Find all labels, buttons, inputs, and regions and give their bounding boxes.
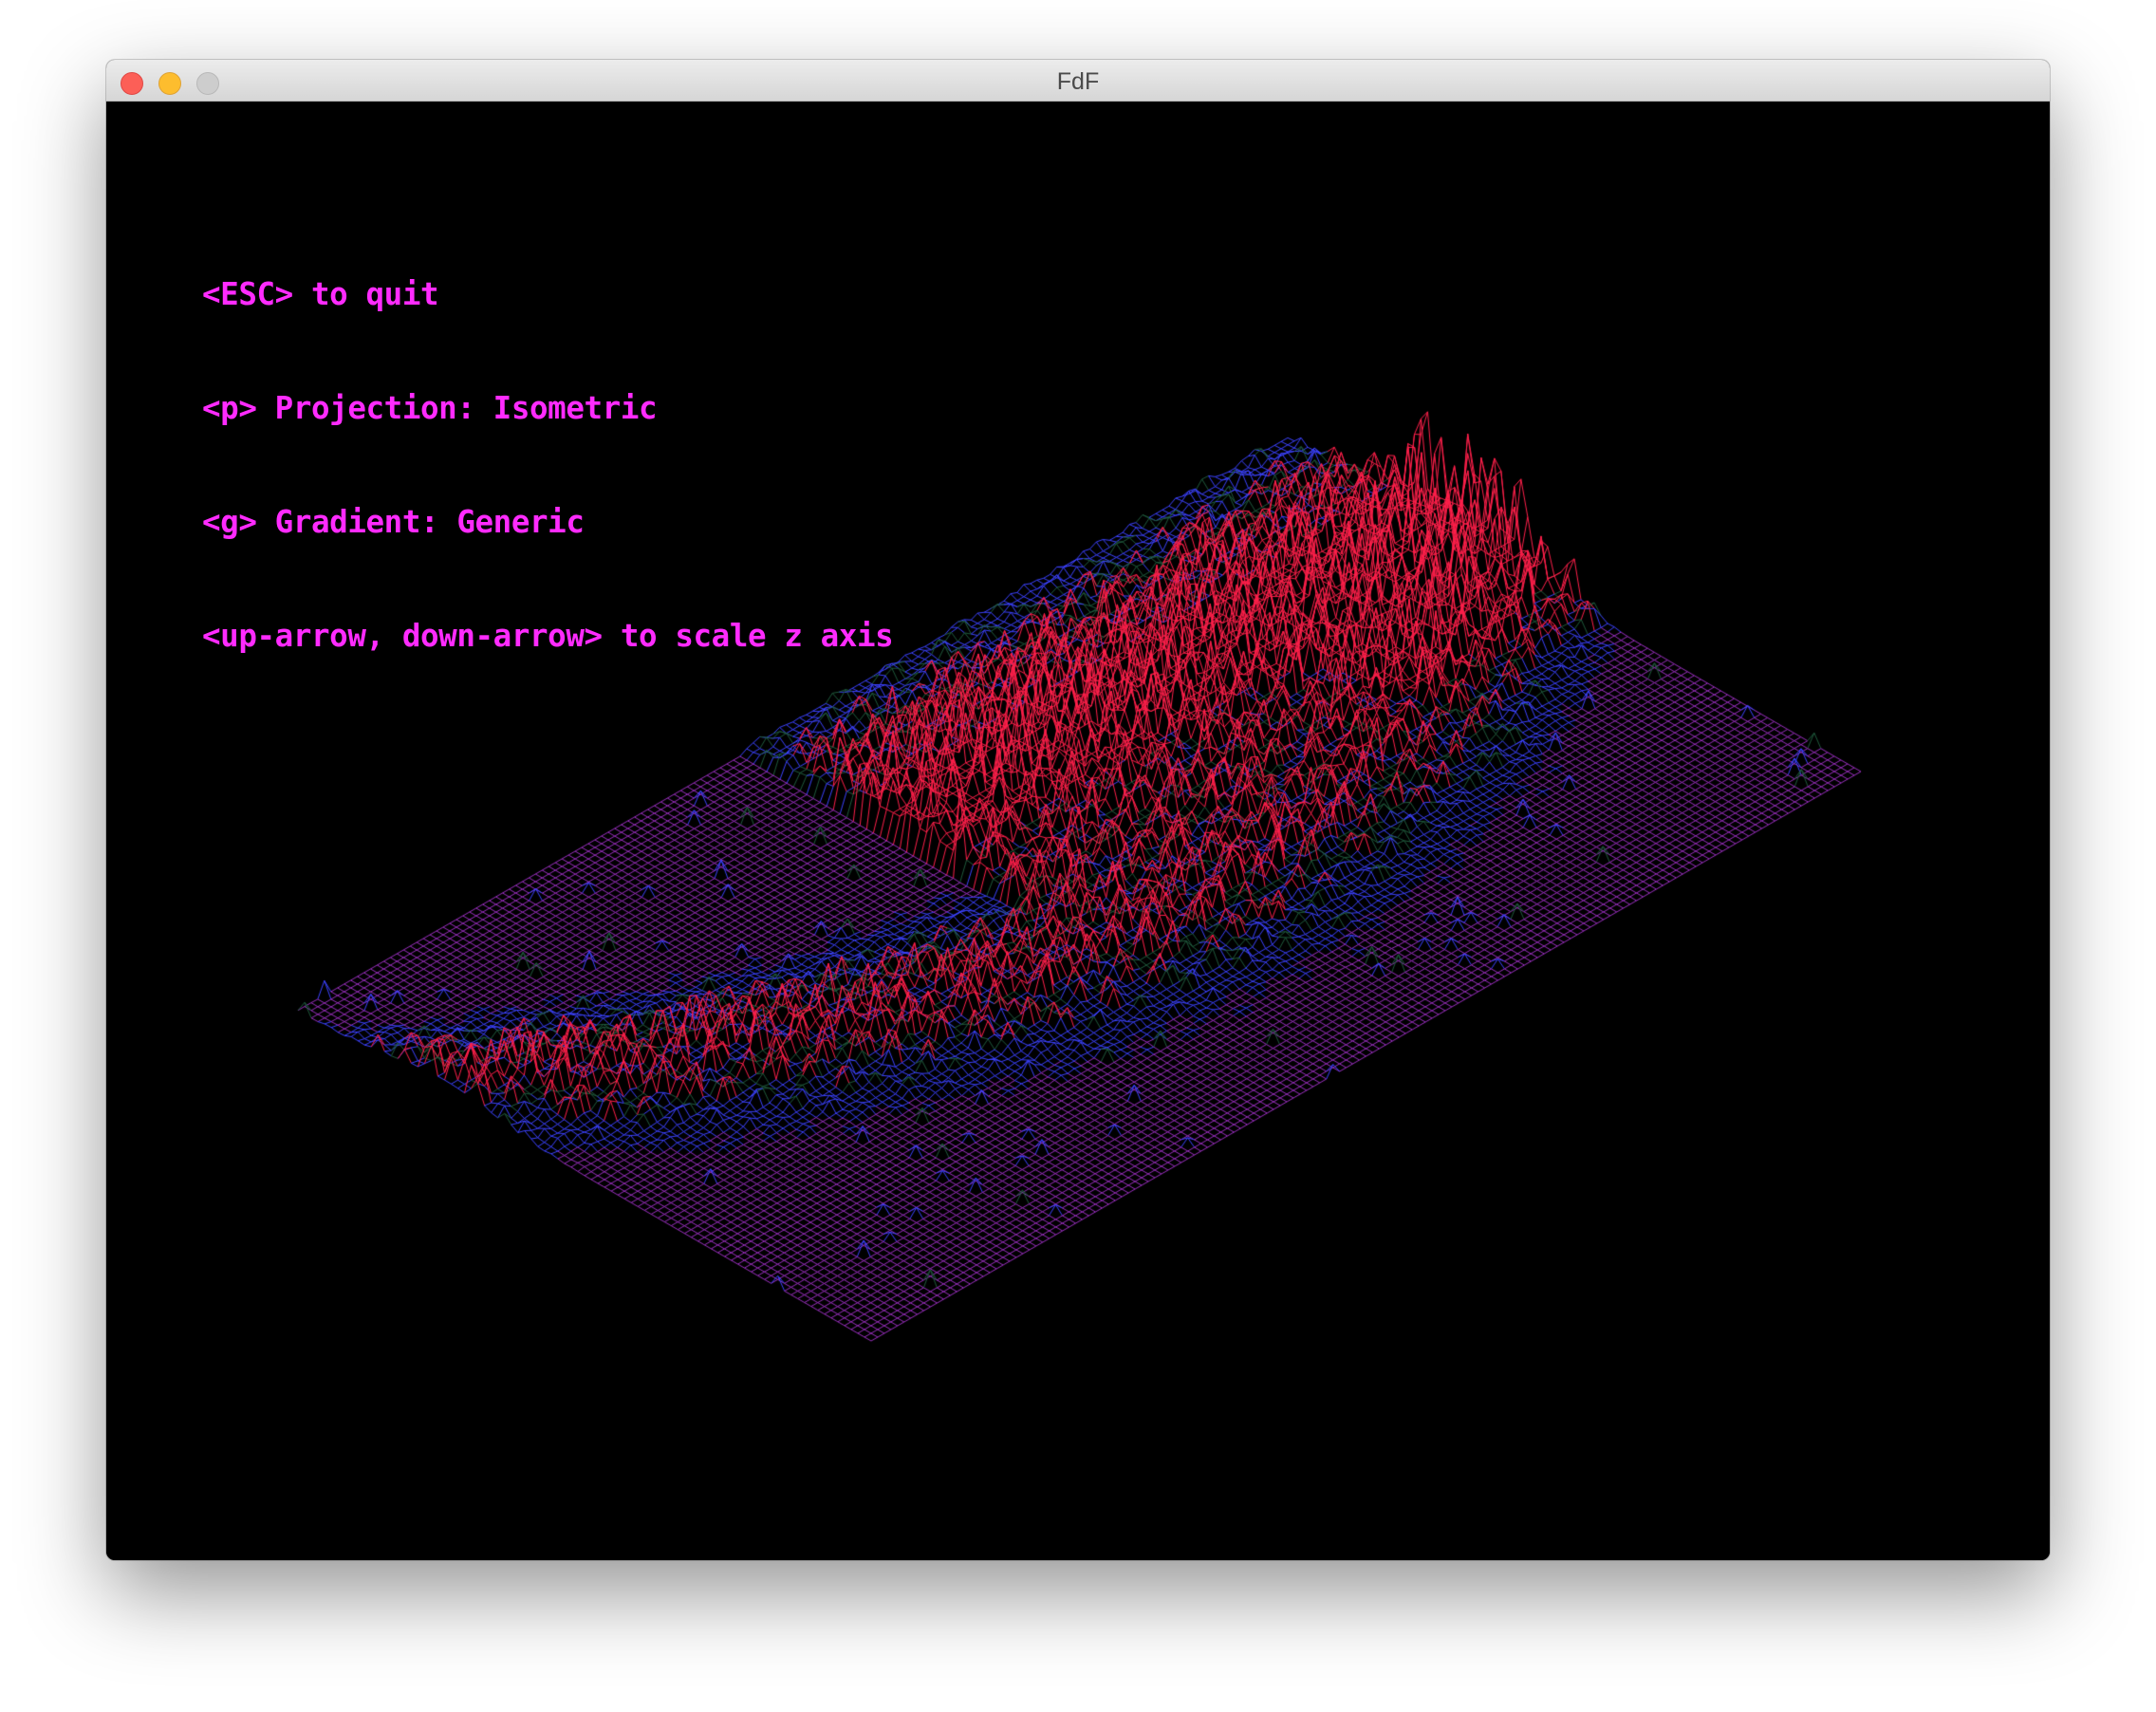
help-projection-line: <p> Projection: Isometric <box>202 390 658 426</box>
window-title: FdF <box>1056 68 1100 95</box>
render-canvas-area[interactable]: <ESC> to quit <p> Projection: Isometric … <box>106 102 2050 1560</box>
key-help-overlay: <ESC> to quit <p> Projection: Isometric … <box>202 199 894 731</box>
help-scale-line: <up-arrow, down-arrow> to scale z axis <box>202 618 894 654</box>
help-quit-line: <ESC> to quit <box>202 276 439 312</box>
help-gradient-line: <g> Gradient: Generic <box>202 504 585 540</box>
fdf-window: FdF <ESC> to quit <p> Projection: Isomet… <box>106 60 2050 1560</box>
title-bar[interactable]: FdF <box>106 60 2050 102</box>
